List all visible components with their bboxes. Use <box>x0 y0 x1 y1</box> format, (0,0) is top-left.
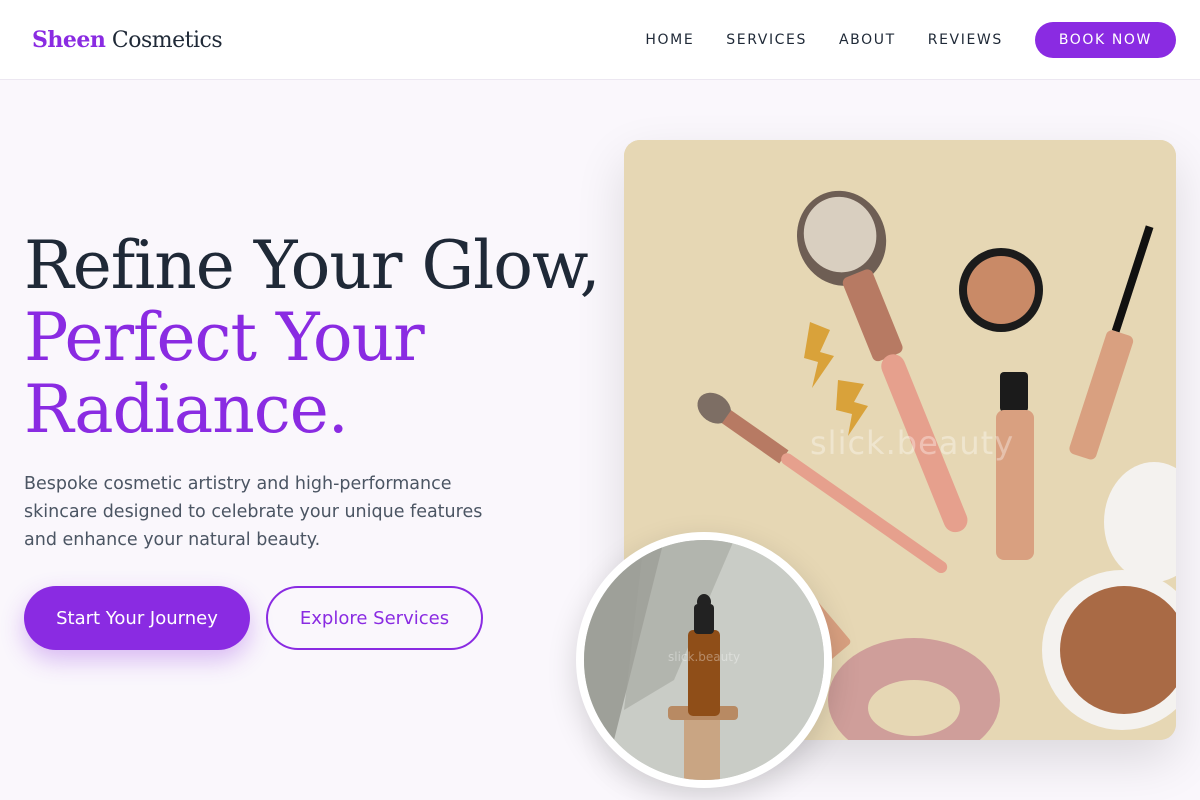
headline-line-1: Refine Your Glow, <box>24 227 601 304</box>
nav-about-link[interactable]: ABOUT <box>839 22 896 58</box>
logo-text: Cosmetics <box>105 28 223 53</box>
image-watermark: slick.beauty <box>810 424 1015 462</box>
headline-line-3: Radiance. <box>24 371 349 448</box>
logo[interactable]: Sheen Cosmetics <box>32 24 223 57</box>
serum-bottle-image: slick.beauty <box>576 532 832 788</box>
site-header: Sheen Cosmetics HOME SERVICES ABOUT REVI… <box>0 0 1200 80</box>
headline-line-2: Perfect Your <box>24 299 425 376</box>
explore-services-button[interactable]: Explore Services <box>266 586 483 650</box>
main-nav: HOME SERVICES ABOUT REVIEWS BOOK NOW <box>645 22 1176 58</box>
hero-description: Bespoke cosmetic artistry and high-perfo… <box>24 474 483 550</box>
nav-home-link[interactable]: HOME <box>645 22 694 58</box>
nav-services-link[interactable]: SERVICES <box>726 22 807 58</box>
nav-reviews-link[interactable]: REVIEWS <box>928 22 1003 58</box>
start-journey-button[interactable]: Start Your Journey <box>24 586 250 650</box>
book-now-button[interactable]: BOOK NOW <box>1034 22 1176 58</box>
hero-headline: Refine Your Glow, Perfect Your Radiance. <box>24 227 601 448</box>
circle-image-watermark: slick.beauty <box>668 650 741 664</box>
logo-brand: Sheen <box>32 27 106 53</box>
